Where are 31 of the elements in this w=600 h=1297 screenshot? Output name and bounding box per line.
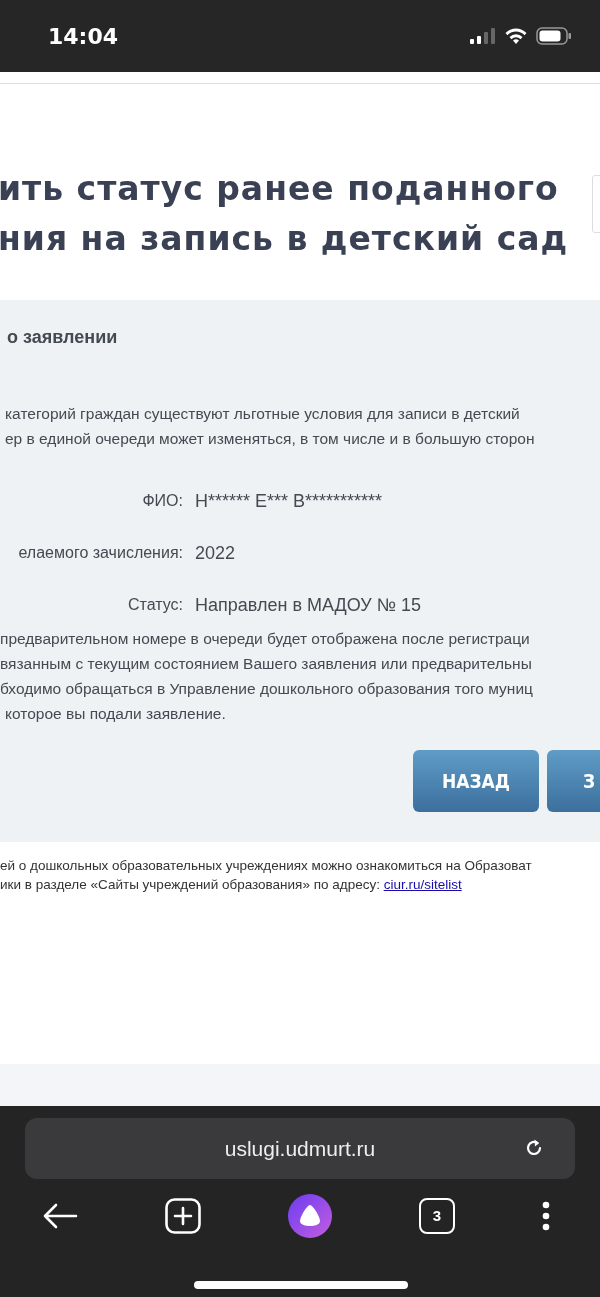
signal-icon <box>470 28 496 44</box>
info-text: бходимо обращаться в Управление дошкольного образования того муниц <box>0 679 534 699</box>
info-text: предварительном номере в очереди будет отображена после регистраци <box>0 629 531 649</box>
page-title: ния на запись в детский сад <box>0 218 569 260</box>
note-text: ер в единой очереди может изменяться, в том числе и в большую сторон <box>5 429 536 449</box>
status-time: 14:04 <box>48 22 119 51</box>
tabs-button[interactable]: 3 <box>419 1198 455 1234</box>
next-button[interactable]: З <box>547 750 600 812</box>
field-label: ФИО: <box>141 491 183 511</box>
back-button[interactable]: НАЗАД <box>413 750 539 812</box>
new-tab-icon[interactable] <box>165 1198 201 1234</box>
field-value: Направлен в МАДОУ № 15 <box>194 593 422 617</box>
field-label: елаемого зачисления: <box>17 543 183 563</box>
back-icon[interactable] <box>42 1203 78 1229</box>
url-text: uslugi.udmurt.ru <box>224 1135 376 1162</box>
footer-text: ики в разделе «Сайты учреждений образования» по адресу: ciur.ru/sitelist <box>0 876 463 894</box>
address-bar[interactable]: uslugi.udmurt.ru <box>25 1118 575 1179</box>
info-text: вязанным с текущим состоянием Вашего заявления или предварительны <box>0 654 533 674</box>
field-value: Н****** Е*** В*********** <box>194 489 383 513</box>
assistant-icon[interactable] <box>288 1194 332 1238</box>
battery-icon <box>536 27 572 45</box>
footer-text: ей о дошкольных образовательных учреждениях можно ознакомиться на Образоват <box>0 857 533 875</box>
field-label: Статус: <box>126 595 183 615</box>
info-text: которое вы подали заявление. <box>4 704 227 724</box>
note-text: категорий граждан существуют льготные условия для записи в детский <box>5 404 521 424</box>
menu-icon[interactable] <box>542 1201 550 1231</box>
field-value: 2022 <box>194 541 236 565</box>
link[interactable]: ciur.ru/sitelist <box>383 877 462 892</box>
panel-heading: о заявлении <box>6 326 119 349</box>
page-title: ить статус ранее поданного <box>0 168 559 210</box>
wifi-icon <box>504 27 528 45</box>
